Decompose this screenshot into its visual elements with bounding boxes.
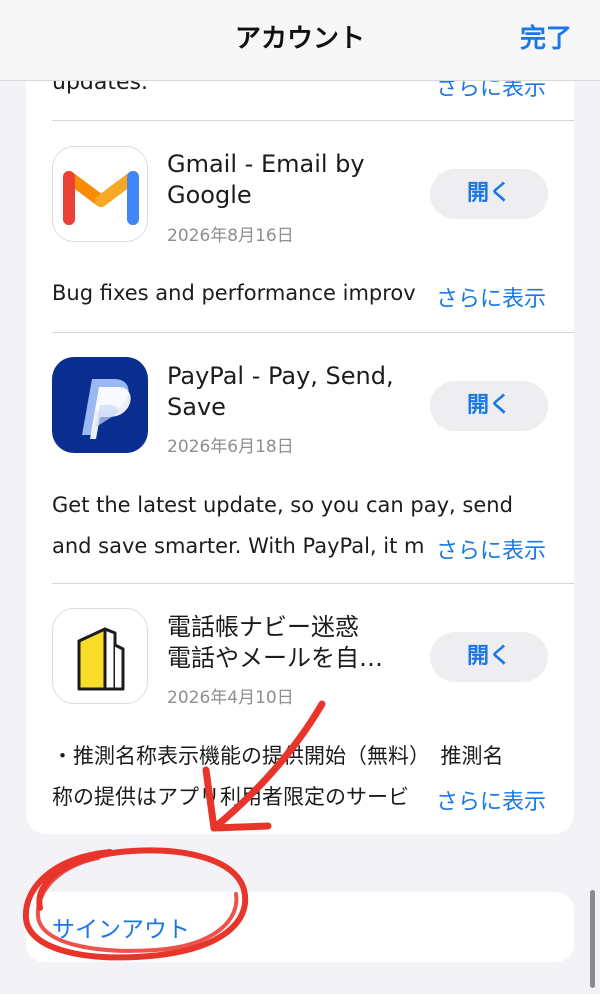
app-name-line: 電話やメールを自…	[167, 644, 383, 672]
update-date: 2026年6月18日	[167, 437, 294, 457]
list-item-paypal: PayPal - Pay, Send, Save 2026年6月18日 開く G…	[26, 333, 574, 583]
update-notes-line: 称の提供はアプリ利用者限定のサービ	[52, 785, 409, 809]
denwacho-navi-icon[interactable]	[52, 608, 148, 704]
gmail-icon[interactable]	[52, 146, 148, 242]
update-notes-line: and save smarter. With PayPal, it m	[52, 534, 425, 558]
more-link[interactable]: さらに表示	[429, 784, 546, 816]
updates-list-card: updates. さらに表示 Gmail - Email by Google 2…	[26, 60, 574, 834]
app-name-line: 電話帳ナビー迷惑	[167, 613, 359, 641]
update-date: 2026年8月16日	[167, 226, 294, 246]
app-name-line: Gmail - Email by	[167, 150, 365, 178]
list-item-gmail: Gmail - Email by Google 2026年8月16日 開く Bu…	[26, 121, 574, 332]
list-item-denwacho-navi: 電話帳ナビー迷惑 電話やメールを自… 2026年4月10日 開く ・推測名称表示…	[26, 584, 574, 834]
navigation-bar: アカウント 完了	[0, 0, 600, 81]
signout-button[interactable]: サインアウト	[52, 910, 190, 944]
open-button[interactable]: 開く	[430, 381, 548, 431]
page-title: アカウント	[234, 24, 365, 54]
app-name-line: Google	[167, 181, 252, 209]
app-name: Gmail - Email by Google	[167, 149, 417, 211]
signout-card: サインアウト	[26, 892, 574, 962]
paypal-icon[interactable]	[52, 357, 148, 453]
update-notes-line: Bug fixes and performance improv	[52, 281, 416, 305]
scrollbar[interactable]	[590, 890, 595, 988]
app-name: 電話帳ナビー迷惑 電話やメールを自…	[167, 612, 417, 674]
more-link[interactable]: さらに表示	[429, 281, 546, 313]
update-notes-line: Get the latest update, so you can pay, s…	[52, 493, 513, 517]
app-name-line: PayPal - Pay, Send,	[167, 362, 394, 390]
app-name-line: Save	[167, 393, 226, 421]
update-date: 2026年4月10日	[167, 688, 294, 708]
update-notes-line: ・推測名称表示機能の提供開始（無料） 推測名	[52, 744, 504, 768]
more-link[interactable]: さらに表示	[429, 533, 546, 565]
update-notes: Bug fixes and performance improv	[52, 273, 462, 314]
done-button[interactable]: 完了	[520, 18, 572, 55]
open-button[interactable]: 開く	[430, 169, 548, 219]
app-name: PayPal - Pay, Send, Save	[167, 361, 417, 423]
open-button[interactable]: 開く	[430, 632, 548, 682]
